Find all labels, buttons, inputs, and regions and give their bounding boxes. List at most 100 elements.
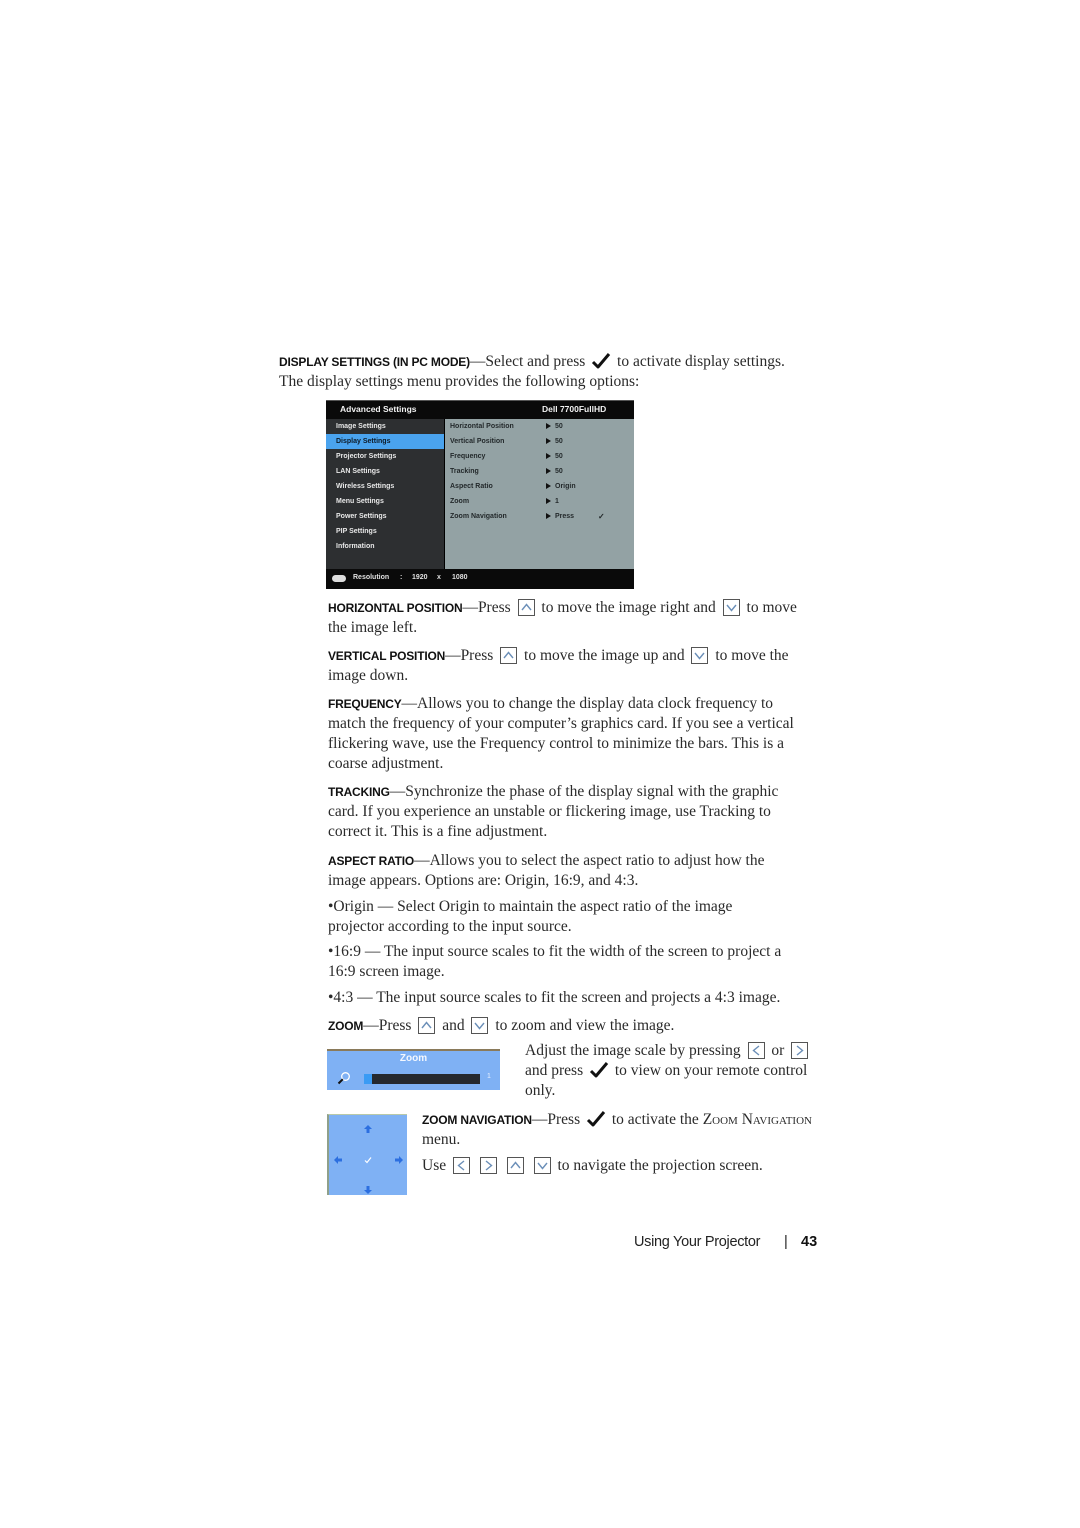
zoom-side-text: Adjust the image scale by pressing or an… xyxy=(525,1041,845,1101)
osd-menu-item-lan-settings[interactable]: LAN Settings xyxy=(326,464,444,479)
vertical-position-paragraph: Vertical Position—Press to move the imag… xyxy=(328,646,838,686)
osd-menu-item-power-settings[interactable]: Power Settings xyxy=(326,509,444,524)
text: projector according to the input source. xyxy=(328,918,572,935)
osd-option-aspect-ratio[interactable]: Aspect Ratio Origin xyxy=(445,479,634,494)
option-label: Horizontal Position xyxy=(450,423,514,430)
osd-title: Advanced Settings xyxy=(340,404,417,414)
text: —Press xyxy=(531,1111,581,1128)
osd-menu-item-menu-settings[interactable]: Menu Settings xyxy=(326,494,444,509)
resolution-height: 1080 xyxy=(452,574,468,581)
resolution-label: Resolution xyxy=(353,574,390,581)
text: card. If you experience an unstable or f… xyxy=(328,803,771,820)
option-label: Vertical Position xyxy=(450,438,505,445)
text: —Synchronize the phase of the display si… xyxy=(389,783,779,800)
text: Adjust the image scale by pressing xyxy=(525,1042,741,1059)
text: to zoom and view the image. xyxy=(495,1017,675,1034)
osd-advanced-settings-menu: Advanced Settings Dell 7700FullHD Image … xyxy=(326,400,634,589)
osd-option-zoom[interactable]: Zoom 1 xyxy=(445,494,634,509)
option-value: 50 xyxy=(555,453,563,460)
option-value: 1 xyxy=(555,498,559,505)
osd-option-horizontal-position[interactable]: Horizontal Position 50 xyxy=(445,419,634,434)
osd-menu-item-information[interactable]: Information xyxy=(326,539,444,554)
text: —Press xyxy=(462,599,511,616)
arrow-right-icon xyxy=(546,423,551,429)
text: —Allows you to change the display data c… xyxy=(401,695,774,712)
zoom-level-bar[interactable] xyxy=(364,1074,480,1084)
option-value: 50 xyxy=(555,468,563,475)
arrow-right-icon xyxy=(546,513,551,519)
osd-menu-item-image-settings[interactable]: Image Settings xyxy=(326,419,444,434)
text: correct it. This is a fine adjustment. xyxy=(328,823,548,840)
osd-option-frequency[interactable]: Frequency 50 xyxy=(445,449,634,464)
footer-separator: | xyxy=(784,1234,788,1250)
section-heading-horizontal-position: Horizontal Position xyxy=(328,601,463,615)
option-label: Zoom xyxy=(450,498,470,505)
text: —Press xyxy=(363,1017,412,1034)
osd-option-vertical-position[interactable]: Vertical Position 50 xyxy=(445,434,634,449)
text: coarse adjustment. xyxy=(328,755,444,772)
up-arrow-key-icon xyxy=(506,1157,524,1174)
horizontal-position-paragraph: Horizontal Position—Press to move the im… xyxy=(328,598,838,638)
down-arrow-key-icon xyxy=(471,1017,489,1034)
page-number: 43 xyxy=(801,1234,818,1250)
osd-option-tracking[interactable]: Tracking 50 xyxy=(445,464,634,479)
zoom-navigation-osd-widget xyxy=(327,1114,407,1195)
osd-menu-item-display-settings[interactable]: Display Settings xyxy=(326,434,444,449)
osd-menu-item-projector-settings[interactable]: Projector Settings xyxy=(326,449,444,464)
text: —Press xyxy=(445,647,494,664)
zoom-widget-value: 1 xyxy=(487,1073,491,1080)
resolution-colon: : xyxy=(400,574,403,581)
down-arrow-key-icon xyxy=(533,1157,551,1174)
section-heading-vertical-position: Vertical Position xyxy=(328,649,446,663)
tracking-paragraph: Tracking—Synchronize the phase of the di… xyxy=(328,782,843,842)
zoom-navigation-paragraph: Zoom Navigation—Press to activate the Zo… xyxy=(422,1110,842,1150)
aspect-option-4-3: •4:3 — The input source scales to fit th… xyxy=(328,988,843,1008)
text: •4:3 — The input source scales to fit th… xyxy=(328,989,781,1006)
text: to navigate the projection screen. xyxy=(557,1157,763,1174)
arrow-right-icon xyxy=(546,453,551,459)
text: match the frequency of your computer’s g… xyxy=(328,715,794,732)
section-heading-display-settings: Display Settings (in PC Mode) xyxy=(279,355,470,369)
text: or xyxy=(771,1042,785,1059)
left-arrow-key-icon xyxy=(452,1157,470,1174)
intro-lead-after: to activate display settings. xyxy=(617,353,785,370)
osd-footer: Resolution : 1920 x 1080 xyxy=(326,569,634,589)
intro-paragraph: Display Settings (in PC Mode)—Select and… xyxy=(279,352,839,392)
right-arrow-key-icon xyxy=(479,1157,497,1174)
option-value: 50 xyxy=(555,423,563,430)
aspect-option-origin: •Origin — Select Origin to maintain the … xyxy=(328,897,843,937)
checkmark-icon xyxy=(591,352,611,370)
frequency-paragraph: Frequency—Allows you to change the displ… xyxy=(328,694,843,774)
option-value: Press xyxy=(555,513,575,520)
resolution-x: x xyxy=(437,574,441,581)
osd-option-zoom-navigation[interactable]: Zoom Navigation Press ✓ xyxy=(445,509,634,524)
up-arrow-key-icon xyxy=(418,1017,436,1034)
section-heading-tracking: Tracking xyxy=(328,785,390,799)
option-label: Tracking xyxy=(450,468,479,475)
text: and xyxy=(442,1017,465,1034)
text: image appears. Options are: Origin, 16:9… xyxy=(328,872,639,889)
osd-menu-item-wireless-settings[interactable]: Wireless Settings xyxy=(326,479,444,494)
aspect-ratio-paragraph: Aspect Ratio—Allows you to select the as… xyxy=(328,851,843,891)
text: to move the image up and xyxy=(524,647,685,664)
text: to view on your remote control xyxy=(614,1062,808,1079)
zoom-paragraph: Zoom—Press and to zoom and view the imag… xyxy=(328,1016,843,1036)
down-arrow-key-icon xyxy=(722,599,740,616)
text: —Allows you to select the aspect ratio t… xyxy=(414,852,765,869)
nav-check-icon xyxy=(364,1151,372,1164)
text: Zoom Navigation xyxy=(702,1111,812,1128)
text: to move xyxy=(746,599,797,616)
text: to activate the xyxy=(611,1111,699,1128)
section-heading-aspect-ratio: Aspect Ratio xyxy=(328,854,415,868)
text: flickering wave, use the Frequency contr… xyxy=(328,735,784,752)
intro-lead: —Select and press xyxy=(469,353,586,370)
text: and press xyxy=(525,1062,584,1079)
nav-left-arrow-icon xyxy=(334,1151,342,1164)
osd-menu-item-pip-settings[interactable]: PIP Settings xyxy=(326,524,444,539)
checkmark-icon xyxy=(589,1061,609,1079)
nav-down-arrow-icon xyxy=(364,1181,372,1194)
arrow-right-icon xyxy=(546,483,551,489)
arrow-right-icon xyxy=(546,498,551,504)
text: menu. xyxy=(422,1131,461,1148)
text: to move the image right and xyxy=(541,599,716,616)
